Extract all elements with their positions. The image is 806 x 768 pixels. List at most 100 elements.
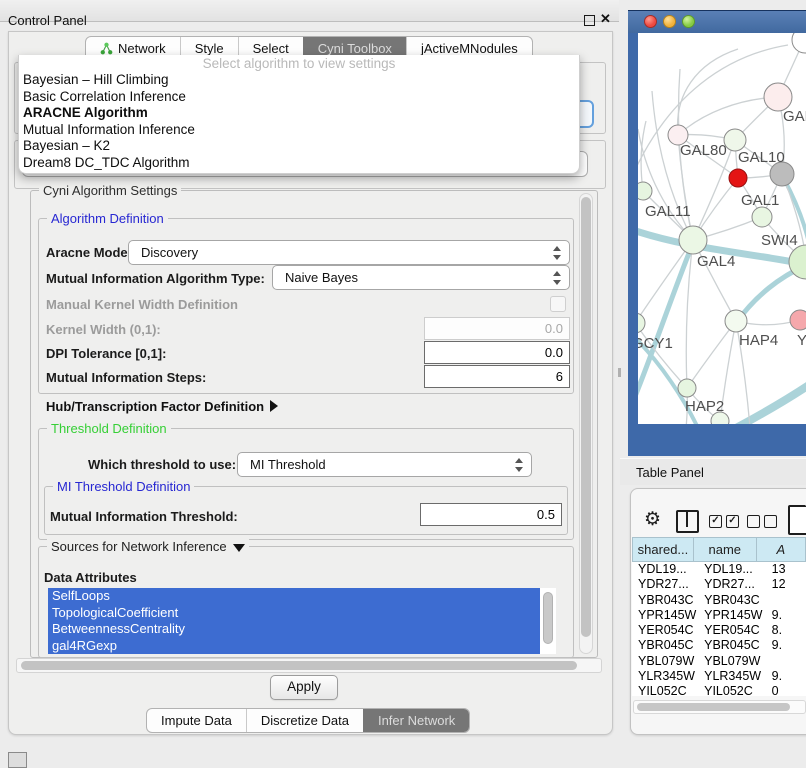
columns-icon[interactable]: [676, 510, 699, 533]
table-cell: 9.: [768, 669, 806, 684]
network-node-gal1[interactable]: [752, 207, 772, 227]
table-body: YDL19...YDL19...13YDR27...YDR27...12YBR0…: [632, 562, 806, 696]
table-row[interactable]: YPR145WYPR145W9.: [632, 608, 806, 623]
network-edge: [687, 321, 736, 388]
network-graph: GALGAL80GAL10GAL1GAL11GAL4SWI4HAP4YGCY1H…: [638, 33, 806, 424]
control-panel-title: Control Panel: [8, 13, 87, 28]
table-cell: 8.: [768, 623, 806, 638]
select-all-checks-icon[interactable]: ✓✓: [709, 515, 739, 528]
gear-icon[interactable]: ⚙: [644, 508, 661, 531]
tab-discretize-data[interactable]: Discretize Data: [246, 709, 363, 732]
mi-type-combo[interactable]: Naive Bayes: [272, 265, 570, 290]
network-node-gal4[interactable]: [679, 226, 707, 254]
algorithm-item-mutual-information-inference[interactable]: Mutual Information Inference: [19, 122, 579, 139]
minimize-traffic-light[interactable]: [663, 15, 676, 28]
zoom-traffic-light[interactable]: [682, 15, 695, 28]
apply-button[interactable]: Apply: [270, 675, 338, 700]
table-cell: YBR043C: [698, 593, 768, 608]
float-window-icon[interactable]: [584, 15, 595, 26]
table-row[interactable]: YIL052CYIL052C0: [632, 684, 806, 696]
algorithm-item-basic-correlation-inference[interactable]: Basic Correlation Inference: [19, 89, 579, 106]
which-threshold-value: MI Threshold: [250, 457, 326, 472]
table-cell: YBR045C: [632, 638, 698, 653]
table-cell: 9.: [768, 608, 806, 623]
tab-label: Discretize Data: [261, 709, 349, 732]
splitter-handle[interactable]: [618, 368, 621, 377]
manual-kernel-checkbox[interactable]: [550, 296, 566, 312]
attribute-item-selfloops[interactable]: SelfLoops: [48, 588, 540, 605]
close-traffic-light[interactable]: [644, 15, 657, 28]
spinner-arrows-icon: [552, 271, 561, 285]
table-row[interactable]: YER054CYER054C8.: [632, 623, 806, 638]
algorithm-definition-title: Algorithm Definition: [47, 211, 168, 226]
export-table-icon[interactable]: [788, 505, 806, 535]
attributes-scrollbar[interactable]: [542, 590, 554, 652]
algorithm-item-aracne-algorithm[interactable]: ARACNE Algorithm: [19, 105, 579, 122]
settings-vertical-scrollbar[interactable]: [579, 193, 593, 654]
network-node-gal[interactable]: [764, 83, 792, 111]
mi-threshold-field[interactable]: 0.5: [420, 503, 562, 526]
network-node-hap2[interactable]: [678, 379, 696, 397]
tab-infer-network[interactable]: Infer Network: [363, 709, 469, 732]
table-panel-title: Table Panel: [636, 465, 704, 480]
spinner-arrows-icon: [514, 458, 523, 472]
table-row[interactable]: YDL19...YDL19...13: [632, 562, 806, 577]
hub-definition-toggle[interactable]: Hub/Transcription Factor Definition: [46, 399, 278, 414]
sources-title-text: Sources for Network Inference: [51, 539, 227, 554]
table-row[interactable]: YBL079WYBL079W: [632, 654, 806, 669]
mi-type-label: Mutual Information Algorithm Type:: [46, 271, 265, 286]
table-cell: YBL079W: [632, 654, 698, 669]
kernel-width-label: Kernel Width (0,1):: [46, 322, 161, 337]
mi-steps-field[interactable]: 6: [424, 365, 570, 388]
column-header-a[interactable]: A: [757, 537, 806, 562]
column-header-name[interactable]: name: [694, 537, 757, 562]
deselect-all-checks-icon[interactable]: [747, 515, 777, 528]
network-node-y[interactable]: [790, 310, 806, 330]
sources-title[interactable]: Sources for Network Inference: [47, 539, 249, 554]
table-cell: YBR043C: [632, 593, 698, 608]
panel-grip-icon[interactable]: [8, 752, 27, 768]
aracne-mode-combo[interactable]: Discovery: [128, 240, 570, 265]
table-row[interactable]: YDR27...YDR27...12: [632, 577, 806, 592]
network-icon: [100, 42, 113, 55]
settings-horizontal-scrollbar[interactable]: [16, 658, 602, 673]
node-label-hap4: HAP4: [739, 332, 778, 349]
table-cell: YBL079W: [698, 654, 768, 669]
network-edge: [638, 323, 687, 388]
hub-definition-label: Hub/Transcription Factor Definition: [46, 399, 264, 414]
network-node-hap4[interactable]: [725, 310, 747, 332]
algorithm-item-bayesian-hill-climbing[interactable]: Bayesian – Hill Climbing: [19, 72, 579, 89]
dpi-tolerance-field[interactable]: 0.0: [424, 341, 570, 364]
table-cell: YDR27...: [632, 577, 698, 592]
tab-impute-data[interactable]: Impute Data: [147, 709, 246, 732]
network-node-gal11[interactable]: [638, 182, 652, 200]
node-label-hap2: HAP2: [685, 398, 724, 415]
network-node-gcy1[interactable]: [638, 313, 645, 333]
network-node[interactable]: [792, 33, 806, 53]
table-cell: YLR345W: [698, 669, 768, 684]
data-attributes-list[interactable]: SelfLoopsTopologicalCoefficientBetweenne…: [48, 588, 556, 654]
close-icon[interactable]: ✕: [600, 11, 611, 27]
network-canvas[interactable]: GALGAL80GAL10GAL1GAL11GAL4SWI4HAP4YGCY1H…: [638, 33, 806, 424]
node-label-gal10: GAL10: [738, 149, 785, 166]
column-header-shared[interactable]: shared...: [632, 537, 694, 562]
network-edge: [678, 49, 738, 135]
table-row[interactable]: YBR045CYBR045C9.: [632, 638, 806, 653]
node-label-gal11: GAL11: [645, 203, 691, 220]
attribute-item-gal4rgexp[interactable]: gal4RGexp: [48, 638, 540, 655]
attribute-item-topologicalcoefficient[interactable]: TopologicalCoefficient: [48, 605, 540, 622]
table-cell: YIL052C: [698, 684, 768, 696]
table-row[interactable]: YBR043CYBR043C: [632, 593, 806, 608]
table-horizontal-scrollbar[interactable]: [633, 700, 806, 714]
which-threshold-combo[interactable]: MI Threshold: [237, 452, 532, 477]
table-row[interactable]: YLR345WYLR345W9.: [632, 669, 806, 684]
network-node[interactable]: [729, 169, 747, 187]
attribute-item-betweennesscentrality[interactable]: BetweennessCentrality: [48, 621, 540, 638]
network-node-gal10[interactable]: [724, 129, 746, 151]
threshold-definition-title: Threshold Definition: [47, 421, 171, 436]
control-panel-titlebar: [0, 0, 619, 22]
table-cell: YLR345W: [632, 669, 698, 684]
algorithm-item-bayesian-k2[interactable]: Bayesian – K2: [19, 138, 579, 155]
kernel-width-field[interactable]: 0.0: [424, 317, 570, 340]
algorithm-item-dream8-dc-tdc-algorithm[interactable]: Dream8 DC_TDC Algorithm: [19, 155, 579, 172]
